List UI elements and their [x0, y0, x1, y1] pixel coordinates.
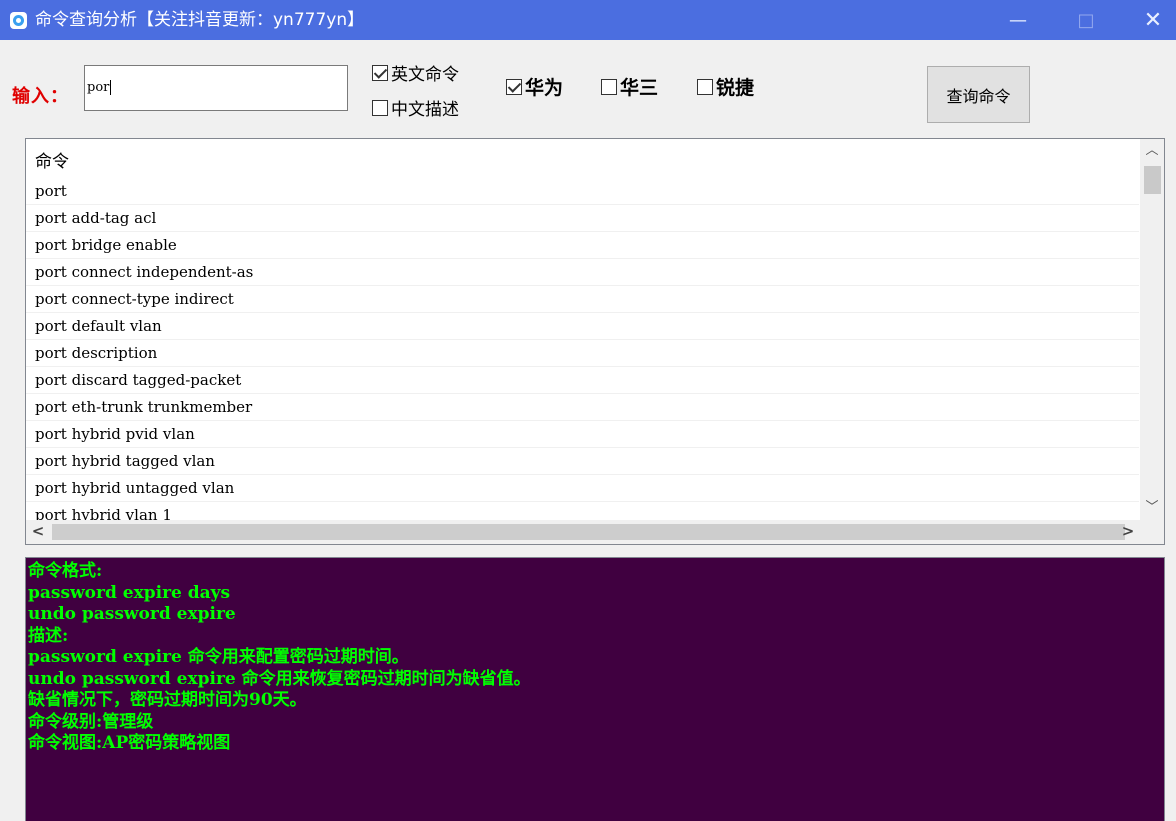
- checkbox-huawei-label: 华为: [525, 77, 564, 99]
- command-rows: port port add-tag acl port bridge enable…: [26, 178, 1139, 529]
- window-title: 命令查询分析【关注抖音更新：yn777yn】: [35, 10, 365, 30]
- checkbox-h3c[interactable]: 华三: [601, 73, 658, 100]
- list-item[interactable]: port: [26, 178, 1139, 205]
- column-header-command[interactable]: 命令: [35, 147, 69, 172]
- horizontal-scroll-thumb[interactable]: [52, 524, 1125, 540]
- command-list[interactable]: 命令 port port add-tag acl port bridge ena…: [25, 138, 1165, 545]
- list-item[interactable]: port default vlan: [26, 313, 1139, 340]
- scroll-left-icon[interactable]: <: [28, 520, 48, 544]
- checkbox-h3c-label: 华三: [620, 77, 659, 99]
- list-item[interactable]: port hybrid pvid vlan: [26, 421, 1139, 448]
- checkbox-unchecked-icon: [697, 78, 713, 95]
- checkbox-unchecked-icon: [372, 99, 388, 116]
- detail-line: password expire 命令用来配置密码过期时间。: [28, 647, 409, 667]
- detail-line: 命令格式:: [28, 561, 103, 581]
- detail-line: 缺省情况下，密码过期时间为90天。: [28, 690, 307, 710]
- checkbox-unchecked-icon: [601, 78, 617, 95]
- maximize-button[interactable]: □: [1063, 0, 1109, 40]
- checkbox-english-command[interactable]: 英文命令: [372, 60, 459, 85]
- close-button[interactable]: ✕: [1130, 0, 1176, 40]
- list-item[interactable]: port connect independent-as: [26, 259, 1139, 286]
- checkbox-checked-icon: [372, 64, 388, 81]
- input-label: 输入：: [12, 86, 69, 107]
- checkbox-ruijie[interactable]: 锐捷: [697, 73, 754, 100]
- scroll-right-icon[interactable]: >: [1118, 520, 1138, 544]
- search-input[interactable]: por: [84, 65, 348, 111]
- list-item[interactable]: port connect-type indirect: [26, 286, 1139, 313]
- list-item[interactable]: port hybrid tagged vlan: [26, 448, 1139, 475]
- checkbox-chinese-desc[interactable]: 中文描述: [372, 95, 459, 120]
- list-item[interactable]: port bridge enable: [26, 232, 1139, 259]
- checkbox-ruijie-label: 锐捷: [716, 77, 755, 99]
- scroll-up-icon[interactable]: ︿: [1140, 141, 1164, 161]
- app-icon: [10, 12, 27, 29]
- list-item[interactable]: port add-tag acl: [26, 205, 1139, 232]
- vertical-scroll-thumb[interactable]: [1144, 166, 1161, 194]
- scroll-down-icon[interactable]: ﹀: [1140, 498, 1164, 518]
- detail-line: undo password expire: [28, 604, 236, 624]
- minimize-button[interactable]: —: [995, 0, 1041, 40]
- detail-line: 命令视图:AP密码策略视图: [28, 733, 231, 753]
- query-command-button[interactable]: 查询命令: [927, 66, 1030, 123]
- list-item[interactable]: port description: [26, 340, 1139, 367]
- list-item[interactable]: port eth-trunk trunkmember: [26, 394, 1139, 421]
- horizontal-scrollbar[interactable]: < >: [26, 520, 1164, 544]
- detail-line: password expire days: [28, 582, 231, 603]
- search-input-value: por: [87, 80, 110, 95]
- text-caret: [110, 80, 112, 95]
- list-item[interactable]: port discard tagged-packet: [26, 367, 1139, 394]
- checkbox-huawei[interactable]: 华为: [506, 73, 563, 100]
- checkbox-chinese-desc-label: 中文描述: [391, 100, 459, 120]
- list-item[interactable]: port hybrid untagged vlan: [26, 475, 1139, 502]
- vertical-scrollbar[interactable]: ︿ ﹀: [1140, 139, 1164, 520]
- detail-line: 描述:: [28, 625, 69, 646]
- checkbox-english-command-label: 英文命令: [391, 65, 459, 85]
- detail-line: undo password expire 命令用来恢复密码过期时间为缺省值。: [28, 668, 531, 689]
- command-detail-panel[interactable]: 命令格式: password expire days undo password e…: [25, 557, 1165, 821]
- checkbox-checked-icon: [506, 78, 522, 95]
- title-bar: 命令查询分析【关注抖音更新：yn777yn】 — □ ✕: [0, 0, 1176, 40]
- detail-line: 命令级别:管理级: [28, 711, 154, 732]
